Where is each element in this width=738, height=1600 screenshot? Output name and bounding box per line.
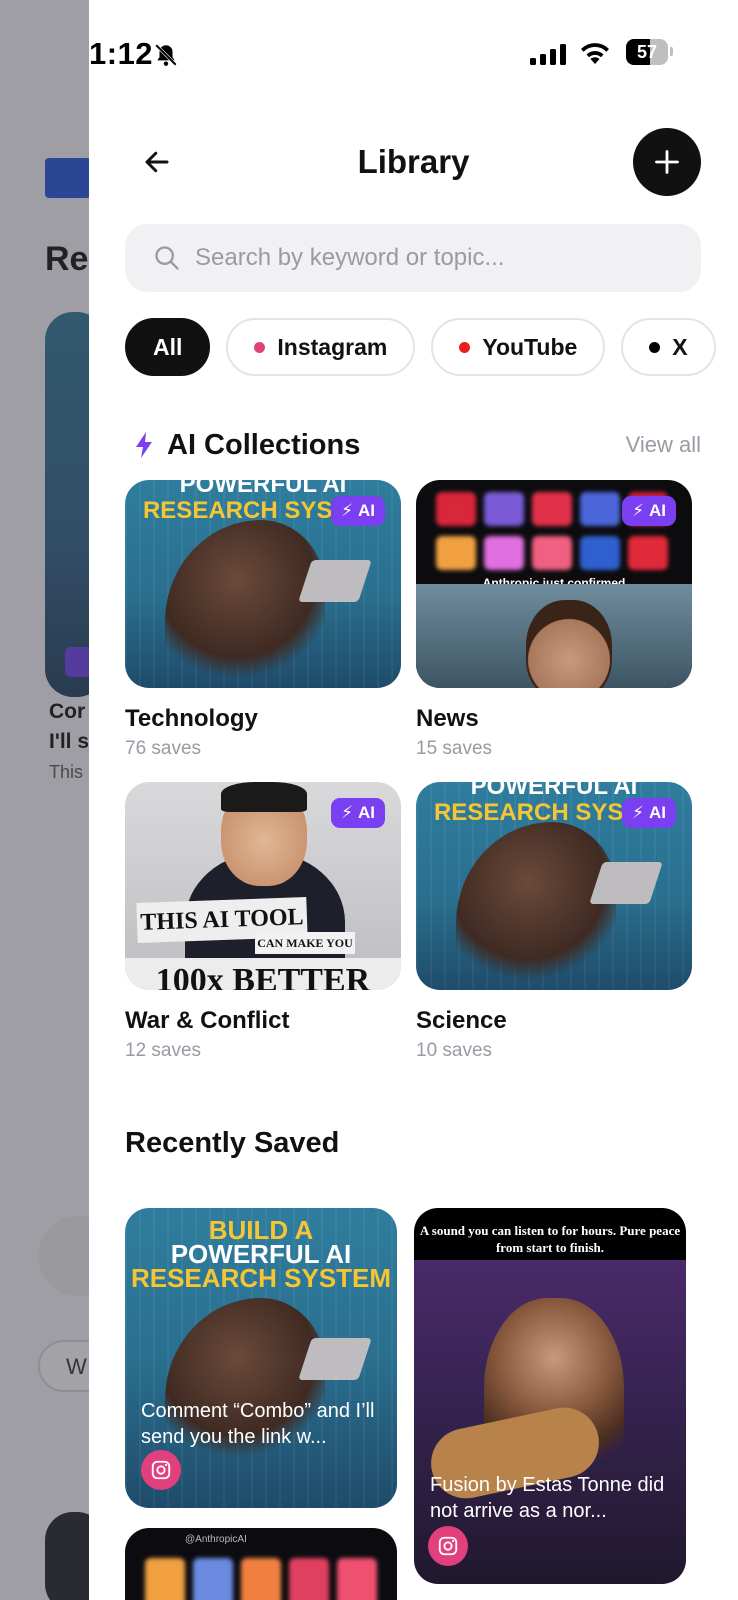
- filter-chip-instagram[interactable]: Instagram: [226, 318, 416, 376]
- plus-icon: [655, 150, 679, 174]
- collection-card-technology[interactable]: POWERFUL AI RESEARCH SYSTEM ⚡︎ AI Technolo…: [125, 480, 401, 760]
- saved-card[interactable]: BUILD A POWERFUL AI RESEARCH SYSTEM Comm…: [125, 1208, 397, 1508]
- collection-name: Technology: [125, 705, 258, 732]
- ai-collections-header: AI Collections View all: [125, 426, 701, 466]
- filter-chips: All Instagram YouTube X: [125, 318, 716, 378]
- lightning-icon: ⚡︎: [632, 501, 644, 520]
- search-bar[interactable]: [125, 224, 701, 292]
- collection-name: Science: [416, 1007, 507, 1034]
- status-time: 1:12: [89, 36, 154, 71]
- filter-chip-youtube[interactable]: YouTube: [431, 318, 606, 376]
- battery-level: 57: [636, 42, 658, 62]
- collection-thumbnail: POWERFUL AI RESEARCH SYSTEM ⚡︎ AI: [125, 480, 401, 688]
- battery-cap: [670, 47, 673, 56]
- youtube-dot-icon: [459, 341, 471, 353]
- wifi-icon: [581, 43, 609, 64]
- filter-chip-all[interactable]: All: [125, 318, 211, 376]
- library-sheet: 1:12 57 Library Search by keyword or top…: [89, 0, 738, 1600]
- filter-chip-x[interactable]: X: [621, 318, 716, 376]
- collection-card-war-conflict[interactable]: THIS AI TOOL CAN MAKE YOU 100x BETTER ⚡︎…: [125, 782, 401, 1062]
- instagram-dot-icon: [254, 341, 266, 353]
- collection-name: War & Conflict: [125, 1007, 290, 1034]
- collection-name: News: [416, 705, 479, 732]
- battery-icon: 57: [626, 39, 668, 65]
- view-all-link[interactable]: View all: [626, 432, 701, 458]
- collection-thumbnail: Anthropic just confirmed ⚡︎ AI: [416, 480, 692, 688]
- collection-thumbnail: POWERFUL AI RESEARCH SYSTEM ⚡︎ AI: [416, 782, 692, 990]
- saved-card[interactable]: A sound you can listen to for hours. Pur…: [414, 1208, 686, 1584]
- x-dot-icon: [649, 341, 661, 353]
- collection-thumbnail: THIS AI TOOL CAN MAKE YOU 100x BETTER ⚡︎…: [125, 782, 401, 990]
- ai-badge: ⚡︎ AI: [622, 496, 676, 526]
- cellular-signal-icon: [530, 43, 566, 65]
- collection-count: 10 saves: [416, 1040, 493, 1061]
- lightning-icon: [136, 432, 152, 458]
- instagram-icon[interactable]: [428, 1526, 468, 1566]
- instagram-icon[interactable]: [141, 1450, 181, 1490]
- section-title: Recently Saved: [125, 1127, 340, 1159]
- status-bar: 1:12 57: [89, 34, 738, 74]
- saved-card-caption: Comment “Combo” and I’ll send you the li…: [141, 1400, 375, 1448]
- collection-count: 12 saves: [125, 1040, 202, 1061]
- search-icon: [151, 242, 183, 274]
- ai-badge: ⚡︎ AI: [331, 798, 385, 828]
- collection-card-science[interactable]: POWERFUL AI RESEARCH SYSTEM ⚡︎ AI Science …: [416, 782, 692, 1062]
- lightning-icon: ⚡︎: [341, 803, 353, 822]
- add-button[interactable]: [633, 128, 701, 196]
- ai-badge: ⚡︎ AI: [331, 496, 385, 526]
- section-title: AI Collections: [167, 429, 361, 461]
- collection-card-news[interactable]: Anthropic just confirmed ⚡︎ AI News 15 sa…: [416, 480, 692, 760]
- lightning-icon: ⚡︎: [632, 803, 644, 822]
- saved-card[interactable]: @AnthropicAI: [125, 1528, 397, 1600]
- ai-badge: ⚡︎ AI: [622, 798, 676, 828]
- collection-count: 76 saves: [125, 738, 202, 759]
- collection-count: 15 saves: [416, 738, 493, 759]
- search-input[interactable]: [195, 244, 675, 272]
- saved-card-caption: Fusion by Estas Tonne did not arrive as …: [430, 1474, 665, 1522]
- lightning-icon: ⚡︎: [341, 501, 353, 520]
- bell-slash-icon: [155, 44, 177, 66]
